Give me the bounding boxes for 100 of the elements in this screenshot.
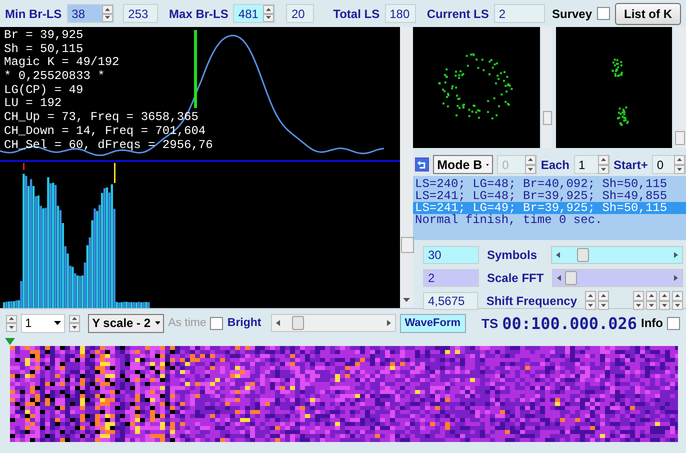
spin-down-button[interactable]: [674, 164, 685, 174]
setting-label: Scale FFT: [487, 270, 544, 284]
spin-down-button[interactable]: [598, 164, 608, 174]
marker-line: [114, 163, 116, 183]
arrow-down-icon: [266, 16, 272, 20]
spin-up-button[interactable]: [672, 291, 683, 300]
arrow-down-icon: [528, 168, 533, 171]
position-marker-icon[interactable]: [5, 338, 15, 345]
value-field: 180: [384, 4, 416, 23]
arrow-down-icon: [600, 168, 606, 171]
arrow-down-icon: [636, 304, 641, 307]
info-line: LU = 192: [4, 97, 63, 112]
spin-up-button[interactable]: [102, 5, 114, 14]
arrow-up-icon: [649, 294, 654, 298]
arrow-down-icon: [662, 304, 667, 307]
info-line: Sh = 50,115: [4, 42, 84, 56]
spin-up-button[interactable]: [598, 291, 609, 300]
arrow-down-icon: [649, 304, 654, 307]
spin-up-button[interactable]: [598, 155, 608, 164]
spin-up-button[interactable]: [69, 314, 80, 323]
spin-up-button[interactable]: [524, 155, 536, 164]
value-field: 4,5675: [423, 292, 478, 310]
vertical-scrollbar[interactable]: [400, 27, 413, 308]
info-line: CH_Sel = 60, dFreqs = 2956,76: [4, 138, 214, 152]
arrow-right-icon: [674, 252, 678, 258]
number-field[interactable]: 481: [233, 4, 276, 23]
vertical-scrollbar[interactable]: [542, 27, 552, 148]
arrow-up-icon: [662, 294, 667, 298]
field-label: Total LS: [333, 6, 380, 20]
caret-icon: [154, 321, 160, 325]
arrow-up-icon: [72, 317, 78, 320]
value-field: 2: [423, 268, 479, 286]
list-of-k-button[interactable]: List of K: [615, 2, 682, 24]
slider-thumb[interactable]: [292, 316, 304, 330]
arrow-up-icon: [105, 8, 110, 11]
arrow-down-icon[interactable]: [403, 298, 410, 302]
info-line: * 0,25520833 *: [4, 70, 106, 84]
field-label: Start+: [614, 158, 648, 172]
value-field: 20: [286, 4, 314, 23]
arrow-down-icon: [105, 16, 110, 20]
checkbox[interactable]: [597, 7, 610, 20]
ts-label: TS: [482, 316, 498, 330]
spin-up-button[interactable]: [263, 5, 274, 14]
scrollbar-thumb[interactable]: [542, 111, 552, 125]
arrow-right-icon: [674, 274, 678, 280]
slider[interactable]: [552, 268, 683, 286]
y-scale-dropdown[interactable]: Y scale - 2: [88, 314, 164, 332]
waveform-button[interactable]: WaveForm: [400, 314, 466, 332]
spin-up-button[interactable]: [674, 155, 685, 164]
arrow-right-icon: [386, 320, 391, 326]
scatter-plot-drawing: [612, 58, 630, 126]
number-field[interactable]: 0: [652, 155, 686, 174]
caret-icon: [486, 162, 490, 166]
arrow-up-icon: [528, 158, 533, 162]
field-label: Max Br-LS: [169, 6, 228, 20]
spin-up-button[interactable]: [6, 314, 17, 323]
arrow-up-icon: [588, 294, 593, 298]
spin-up-button[interactable]: [633, 291, 644, 300]
mode-dropdown[interactable]: Mode B: [433, 155, 494, 174]
spin-up-button[interactable]: [659, 291, 670, 300]
info-line: LG(CP) = 49: [4, 84, 84, 98]
number-field[interactable]: 1: [574, 155, 610, 174]
status-line: Normal finish, time 0 sec.: [414, 214, 602, 226]
field-label: Current LS: [426, 6, 489, 20]
arrow-down-icon: [675, 304, 680, 307]
scrollbar-thumb[interactable]: [675, 131, 686, 145]
scrollbar-thumb[interactable]: [401, 237, 414, 253]
arrow-left-icon: [556, 274, 561, 280]
spin-down-button[interactable]: [69, 323, 80, 332]
vertical-scrollbar[interactable]: [674, 27, 686, 148]
arrow-up-icon: [601, 294, 606, 298]
arrow-down-icon: [588, 304, 593, 307]
result-item[interactable]: LS=240; LG=48; Br=40,092; Sh=50,115: [413, 178, 686, 190]
arrow-down-icon: [601, 304, 606, 307]
timestamp: 00:100.000.026: [502, 314, 637, 332]
number-field[interactable]: 38: [66, 4, 114, 23]
spin-down-button[interactable]: [524, 164, 536, 174]
spin-up-button[interactable]: [646, 291, 657, 300]
checkbox[interactable]: [210, 316, 224, 330]
slider[interactable]: [271, 314, 396, 332]
slider[interactable]: [551, 246, 683, 264]
arrow-left-icon: [556, 252, 560, 258]
slider-thumb[interactable]: [564, 270, 577, 284]
slider-thumb[interactable]: [577, 248, 590, 262]
arrow-down-icon: [9, 326, 14, 329]
checkbox-label: Info: [641, 316, 663, 330]
step-dropdown[interactable]: 1: [21, 314, 66, 332]
spin-up-button[interactable]: [585, 291, 596, 300]
setting-label: Shift Frequency: [486, 294, 577, 308]
info-line: Br = 39,925: [4, 29, 84, 43]
arrow-up-icon: [266, 8, 272, 11]
arrow-left-icon: [276, 320, 280, 326]
arrow-up-icon: [636, 294, 641, 298]
arrow-up-icon: [675, 294, 680, 298]
spin-down-button[interactable]: [6, 323, 17, 332]
checkbox[interactable]: [667, 316, 680, 330]
caret-icon: [54, 321, 62, 325]
result-item[interactable]: LS=241; LG=48; Br=39,925; Sh=49,855: [413, 190, 686, 202]
arrow-down-icon: [676, 168, 682, 171]
arrow-up-icon: [676, 158, 682, 162]
